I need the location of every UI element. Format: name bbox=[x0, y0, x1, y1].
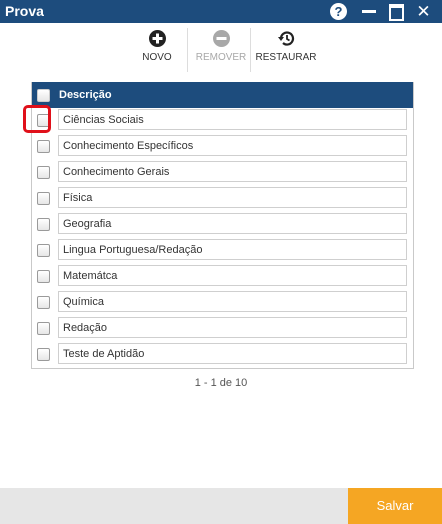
minus-circle-icon bbox=[212, 30, 230, 47]
maximize-icon bbox=[389, 4, 404, 21]
row-checkbox[interactable] bbox=[37, 296, 50, 309]
row-checkbox[interactable] bbox=[37, 192, 50, 205]
plus-circle-icon bbox=[148, 30, 166, 47]
restaurar-label: RESTAURAR bbox=[255, 52, 317, 63]
help-icon: ? bbox=[330, 3, 347, 20]
history-icon bbox=[278, 31, 295, 46]
row-description-field[interactable]: Matemátca bbox=[58, 265, 407, 286]
table-row: Química bbox=[32, 290, 413, 316]
row-checkbox[interactable] bbox=[37, 244, 50, 257]
row-checkbox[interactable] bbox=[37, 140, 50, 153]
row-description-field[interactable]: Ciências Sociais bbox=[58, 109, 407, 130]
footer-bar: Salvar bbox=[0, 488, 442, 524]
novo-button[interactable]: NOVO bbox=[137, 30, 177, 63]
toolbar: NOVO REMOVER RESTAURAR bbox=[0, 26, 442, 76]
window-titlebar: Prova ? ✕ bbox=[0, 0, 442, 23]
table-row: Conhecimento Específicos bbox=[32, 134, 413, 160]
table-row: Teste de Aptidão bbox=[32, 342, 413, 368]
minimize-icon bbox=[362, 10, 376, 13]
highlight-box bbox=[23, 105, 51, 133]
row-description-field[interactable]: Química bbox=[58, 291, 407, 312]
row-description-field[interactable]: Lingua Portuguesa/Redação bbox=[58, 239, 407, 260]
remover-button[interactable]: REMOVER bbox=[192, 30, 250, 63]
save-button[interactable]: Salvar bbox=[348, 488, 442, 524]
row-description-field[interactable]: Geografia bbox=[58, 213, 407, 234]
toolbar-divider bbox=[187, 28, 188, 72]
table-row: Ciências Sociais bbox=[32, 108, 413, 134]
row-description-field[interactable]: Conhecimento Gerais bbox=[58, 161, 407, 182]
row-checkbox[interactable] bbox=[37, 218, 50, 231]
table-row: Conhecimento Gerais bbox=[32, 160, 413, 186]
novo-label: NOVO bbox=[142, 52, 172, 63]
row-description-field[interactable]: Física bbox=[58, 187, 407, 208]
table-row: Física bbox=[32, 186, 413, 212]
minimize-button[interactable] bbox=[361, 3, 378, 20]
row-checkbox[interactable] bbox=[37, 270, 50, 283]
pagination-info: 1 - 1 de 10 bbox=[194, 377, 248, 389]
row-description-field[interactable]: Redação bbox=[58, 317, 407, 338]
close-button[interactable]: ✕ bbox=[415, 3, 432, 20]
maximize-button[interactable] bbox=[388, 3, 405, 21]
toolbar-divider bbox=[250, 28, 251, 72]
table-row: Lingua Portuguesa/Redação bbox=[32, 238, 413, 264]
column-header-descricao[interactable]: Descrição bbox=[59, 89, 112, 101]
row-description-field[interactable]: Teste de Aptidão bbox=[58, 343, 407, 364]
row-checkbox[interactable] bbox=[37, 166, 50, 179]
row-checkbox[interactable] bbox=[37, 322, 50, 335]
select-all-checkbox[interactable] bbox=[37, 89, 50, 102]
help-button[interactable]: ? bbox=[330, 3, 347, 20]
close-icon: ✕ bbox=[416, 2, 431, 21]
row-description-field[interactable]: Conhecimento Específicos bbox=[58, 135, 407, 156]
window-title: Prova bbox=[5, 3, 44, 19]
row-checkbox[interactable] bbox=[37, 348, 50, 361]
remover-label: REMOVER bbox=[195, 52, 247, 63]
table-row: Geografia bbox=[32, 212, 413, 238]
table-row: Redação bbox=[32, 316, 413, 342]
grid-header: Descrição bbox=[32, 82, 413, 108]
descricao-grid: Descrição Ciências Sociais Conhecimento … bbox=[31, 82, 414, 369]
table-row: Matemátca bbox=[32, 264, 413, 290]
restaurar-button[interactable]: RESTAURAR bbox=[254, 30, 318, 63]
